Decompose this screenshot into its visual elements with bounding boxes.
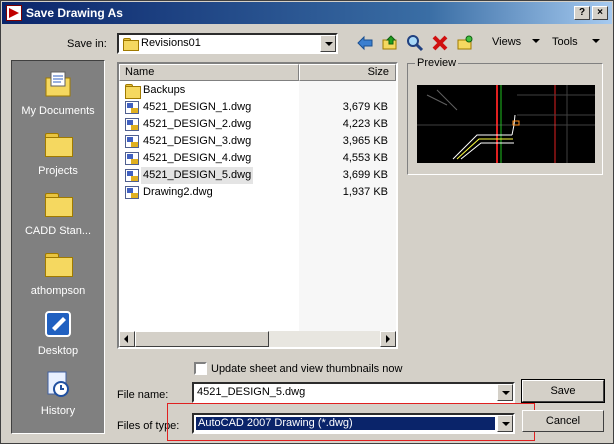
chevron-down-icon[interactable] xyxy=(320,35,336,52)
folder-icon xyxy=(123,38,139,51)
save-in-value: Revisions01 xyxy=(141,37,201,49)
places-bar: My Documents Projects CADD Stan... athom… xyxy=(11,60,105,434)
update-thumbnails-checkbox[interactable] xyxy=(194,362,207,375)
file-name: Drawing2.dwg xyxy=(143,186,213,198)
place-desktop[interactable]: Desktop xyxy=(12,305,104,365)
back-icon[interactable] xyxy=(356,34,374,52)
folder-icon xyxy=(45,193,73,217)
cancel-button[interactable]: Cancel xyxy=(522,410,604,432)
tools-menu[interactable]: Tools xyxy=(552,36,578,48)
autocad-app-icon xyxy=(6,5,22,21)
place-projects[interactable]: Projects xyxy=(12,125,104,185)
place-my-documents[interactable]: My Documents xyxy=(12,65,104,125)
views-chevron-down-icon[interactable] xyxy=(532,39,540,43)
file-name-value: 4521_DESIGN_5.dwg xyxy=(197,386,306,398)
scroll-left-button[interactable] xyxy=(119,331,135,347)
place-label: athompson xyxy=(30,285,86,297)
scroll-thumb[interactable] xyxy=(135,331,269,347)
place-label: History xyxy=(40,405,76,417)
place-label: Desktop xyxy=(37,345,79,357)
file-size: 1,937 KB xyxy=(342,186,388,198)
dwg-file-icon xyxy=(125,169,139,182)
delete-icon[interactable] xyxy=(431,34,449,52)
drawing-preview-image xyxy=(417,85,595,163)
my-documents-icon xyxy=(45,71,71,97)
column-header-size[interactable]: Size xyxy=(299,64,396,81)
file-size: 3,699 KB xyxy=(342,169,388,181)
save-drawing-dialog: Save Drawing As ? × Save in: Revisions01… xyxy=(0,0,614,444)
arrow-left-icon xyxy=(124,335,128,343)
chevron-down-icon[interactable] xyxy=(497,384,513,401)
dwg-file-icon xyxy=(125,186,139,199)
place-label: Projects xyxy=(38,165,78,177)
preview-label: Preview xyxy=(415,57,459,69)
file-name: 4521_DESIGN_4.dwg xyxy=(143,152,252,164)
column-header-name[interactable]: Name xyxy=(119,64,299,81)
file-name: 4521_DESIGN_5.dwg xyxy=(141,167,254,184)
search-icon[interactable] xyxy=(406,34,424,52)
file-size: 4,553 KB xyxy=(342,152,388,164)
scroll-right-button[interactable] xyxy=(380,331,396,347)
up-folder-icon[interactable] xyxy=(381,34,399,52)
file-name-input[interactable]: 4521_DESIGN_5.dwg xyxy=(192,382,515,403)
place-label: CADD Stan... xyxy=(24,225,92,237)
desktop-icon xyxy=(45,311,71,337)
place-cadd-standards[interactable]: CADD Stan... xyxy=(12,185,104,245)
file-name: 4521_DESIGN_2.dwg xyxy=(143,118,252,130)
save-in-label: Save in: xyxy=(67,38,107,50)
file-size: 3,679 KB xyxy=(342,101,388,113)
save-button[interactable]: Save xyxy=(521,379,605,403)
place-history[interactable]: History xyxy=(12,365,104,425)
horizontal-scrollbar[interactable] xyxy=(119,331,396,347)
dwg-file-icon xyxy=(125,101,139,114)
dwg-file-icon xyxy=(125,118,139,131)
help-button[interactable]: ? xyxy=(574,6,590,20)
folder-icon xyxy=(45,133,73,157)
file-name: Backups xyxy=(143,84,186,96)
file-size: 3,965 KB xyxy=(342,135,388,147)
place-label: My Documents xyxy=(21,105,95,117)
dwg-file-icon xyxy=(125,135,139,148)
folder-icon xyxy=(125,84,141,99)
window-title: Save Drawing As xyxy=(26,6,123,20)
file-name: 4521_DESIGN_3.dwg xyxy=(143,135,252,147)
tools-chevron-down-icon[interactable] xyxy=(592,39,600,43)
file-size: 4,223 KB xyxy=(342,118,388,130)
history-icon xyxy=(47,371,69,397)
highlight-annotation xyxy=(167,403,535,441)
dwg-file-icon xyxy=(125,152,139,165)
title-bar[interactable]: Save Drawing As ? × xyxy=(2,2,612,24)
file-name-label: File name: xyxy=(117,389,169,401)
save-in-dropdown[interactable]: Revisions01 xyxy=(117,33,338,54)
update-thumbnails-label: Update sheet and view thumbnails now xyxy=(211,363,403,375)
folder-icon xyxy=(45,253,73,277)
file-name: 4521_DESIGN_1.dwg xyxy=(143,101,252,113)
arrow-right-icon xyxy=(386,335,390,343)
views-menu[interactable]: Views xyxy=(492,36,521,48)
close-button[interactable]: × xyxy=(592,6,608,20)
place-athompson[interactable]: athompson xyxy=(12,245,104,305)
file-list[interactable]: Name Size Backups 4521_DESIGN_1.dwg 3,67… xyxy=(117,62,398,349)
new-folder-icon[interactable] xyxy=(456,34,474,52)
